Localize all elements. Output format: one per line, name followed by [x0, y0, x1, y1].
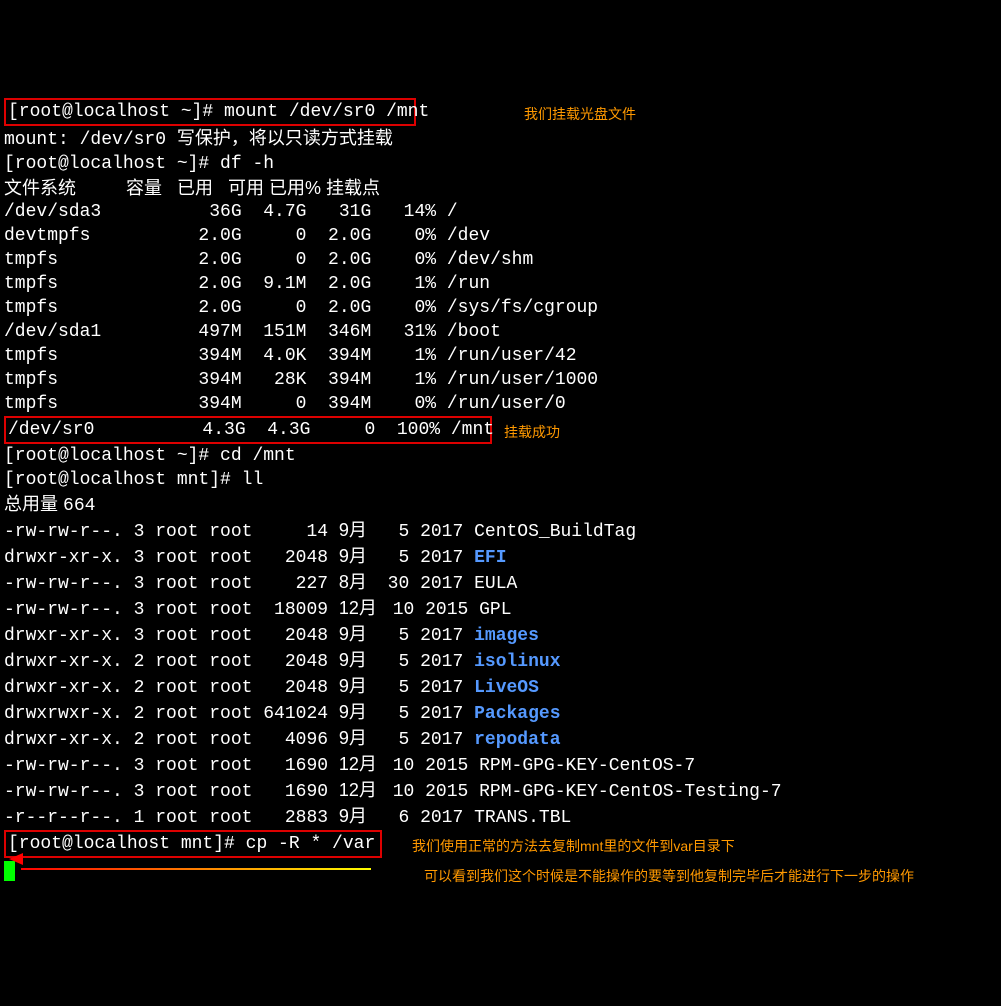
ll-row: -rw-rw-r--. 3 root root 1690 12月 10 2015…: [4, 778, 997, 804]
cmd-ll: [root@localhost mnt]# ll: [4, 468, 997, 492]
df-row: /dev/sda3 36G 4.7G 31G 14% /: [4, 200, 997, 224]
df-row: tmpfs 2.0G 9.1M 2.0G 1% /run: [4, 272, 997, 296]
ll-row: -rw-rw-r--. 3 root root 14 9月 5 2017 Cen…: [4, 518, 997, 544]
df-row: /dev/sda1 497M 151M 346M 31% /boot: [4, 320, 997, 344]
ll-row: -r--r--r--. 1 root root 2883 9月 6 2017 T…: [4, 804, 997, 830]
df-row: tmpfs 2.0G 0 2.0G 0% /dev/shm: [4, 248, 997, 272]
ll-row: drwxr-xr-x. 3 root root 2048 9月 5 2017 E…: [4, 544, 997, 570]
highlight-box-cp: [root@localhost mnt]# cp -R * /var: [4, 830, 382, 858]
df-row: tmpfs 2.0G 0 2.0G 0% /sys/fs/cgroup: [4, 296, 997, 320]
ll-row: drwxrwxr-x. 2 root root 641024 9月 5 2017…: [4, 700, 997, 726]
ll-row: drwxr-xr-x. 2 root root 4096 9月 5 2017 r…: [4, 726, 997, 752]
df-row: devtmpfs 2.0G 0 2.0G 0% /dev: [4, 224, 997, 248]
ll-row: -rw-rw-r--. 3 root root 18009 12月 10 201…: [4, 596, 997, 622]
annot-4: 可以看到我们这个时候是不能操作的要等到他复制完毕后才能进行下一步的操作: [424, 864, 914, 888]
ll-row: -rw-rw-r--. 3 root root 1690 12月 10 2015…: [4, 752, 997, 778]
highlight-box-mount: [root@localhost ~]# mount /dev/sr0 /mnt: [4, 98, 416, 126]
df-row: tmpfs 394M 4.0K 394M 1% /run/user/42: [4, 344, 997, 368]
df-header: 文件系统 容量 已用 可用 已用% 挂载点: [4, 176, 997, 200]
ll-row: drwxr-xr-x. 2 root root 2048 9月 5 2017 i…: [4, 648, 997, 674]
arrow-icon: [21, 858, 371, 882]
ll-row: -rw-rw-r--. 3 root root 227 8月 30 2017 E…: [4, 570, 997, 596]
annot-3: 我们使用正常的方法去复制mnt里的文件到var目录下: [412, 834, 735, 858]
cmd-cd: [root@localhost ~]# cd /mnt: [4, 444, 997, 468]
cmd-df: [root@localhost ~]# df -h: [4, 152, 997, 176]
df-row: tmpfs 394M 28K 394M 1% /run/user/1000: [4, 368, 997, 392]
prompt: [root@localhost ~]#: [8, 102, 224, 122]
annot-1: 我们挂载光盘文件: [524, 102, 636, 126]
df-row: tmpfs 394M 0 394M 0% /run/user/0: [4, 392, 997, 416]
annot-2: 挂载成功: [504, 420, 560, 444]
cmd-mount: mount /dev/sr0 /mnt: [224, 102, 429, 122]
mount-warning: mount: /dev/sr0 写保护，将以只读方式挂载: [4, 126, 997, 152]
ll-total: 总用量 664: [4, 492, 997, 518]
ll-row: drwxr-xr-x. 3 root root 2048 9月 5 2017 i…: [4, 622, 997, 648]
highlight-box-sr0: /dev/sr0 4.3G 4.3G 0 100% /mnt: [4, 416, 492, 444]
ll-row: drwxr-xr-x. 2 root root 2048 9月 5 2017 L…: [4, 674, 997, 700]
